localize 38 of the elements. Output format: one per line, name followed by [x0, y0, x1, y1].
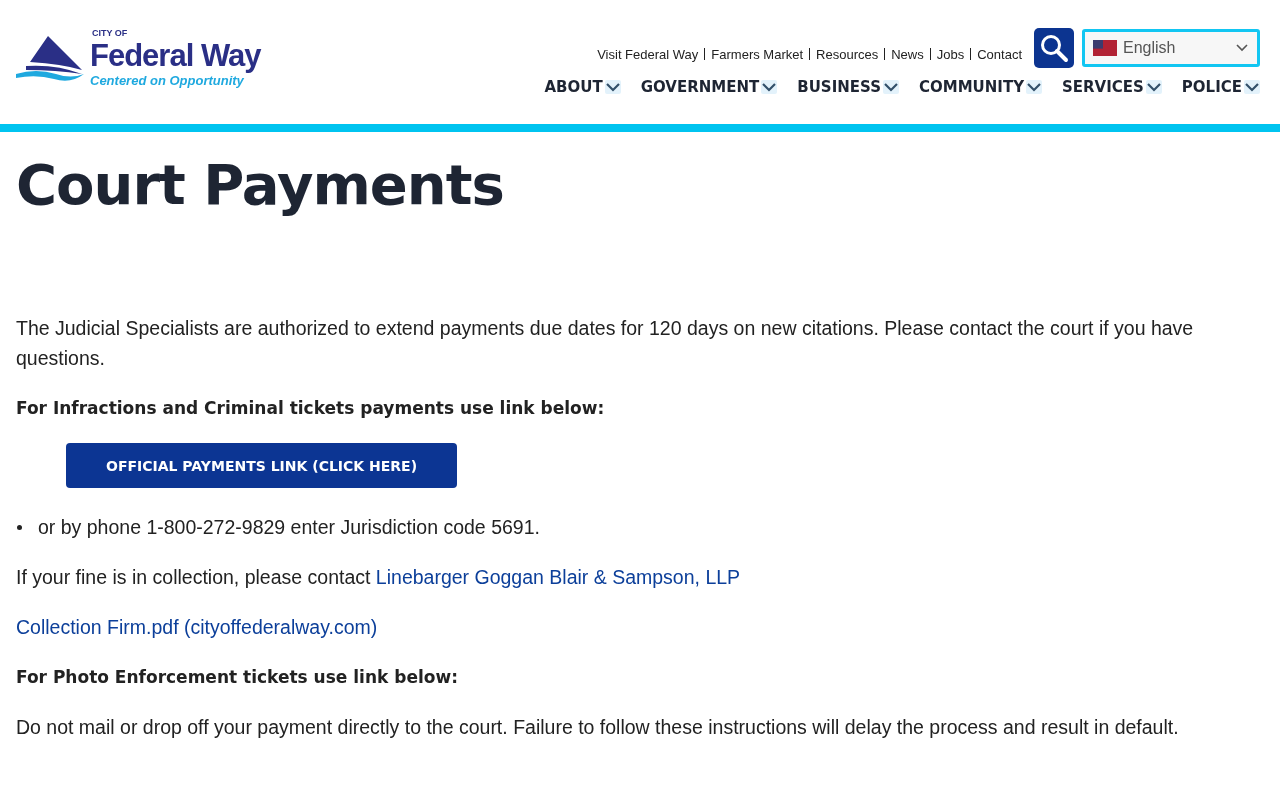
list-item: or by phone 1-800-272-9829 enter Jurisdiction code 5691.: [38, 515, 540, 540]
search-icon: [1039, 33, 1069, 63]
nav-item[interactable]: BUSINESS: [797, 78, 899, 96]
page-title: Court Payments: [16, 152, 505, 217]
utility-link[interactable]: Contact: [977, 46, 1022, 62]
link[interactable]: Linebarger Goggan Blair & Sampson, LLP: [375, 566, 741, 588]
chevron-icon: [1244, 80, 1260, 94]
utility-link[interactable]: News: [891, 46, 924, 62]
search-button[interactable]: [1034, 28, 1074, 68]
chevron-icon: [1026, 80, 1042, 94]
flag-icon: [1093, 40, 1117, 56]
nav-item[interactable]: ABOUT: [544, 78, 621, 96]
logo-icon: [16, 34, 84, 82]
nav-item[interactable]: GOVERNMENT: [640, 78, 778, 96]
utility-link[interactable]: Resources: [816, 46, 879, 62]
bullet-icon: [17, 525, 22, 530]
chevron-icon: [761, 80, 778, 94]
chevron-icon: [1235, 43, 1249, 53]
logo-tagline: Centered on Opportunity: [90, 73, 245, 88]
nav-item[interactable]: POLICE: [1181, 78, 1260, 96]
utility-link[interactable]: Jobs: [936, 46, 965, 62]
utility-link[interactable]: Visit Federal Way: [597, 46, 699, 62]
chevron-icon: [1145, 80, 1162, 94]
paragraph: If your fine is in collection, please contact Linebarger Goggan Blair & Sampson, LLP: [16, 565, 742, 590]
paragraph: Do not mail or drop off your payment directly to the court. Failure to follow these instructions will delay the process and result in default.: [16, 715, 1180, 740]
utility-link[interactable]: Farmers Market: [711, 46, 804, 62]
language-select[interactable]: English: [1082, 29, 1260, 67]
paragraph: The Judicial Specialists are authorized to extend payments due dates for 120 days on new citations. Please contact the court if you have questions.: [16, 316, 1195, 371]
payment-link-button[interactable]: OFFICIAL PAYMENTS LINK (CLICK HERE): [66, 443, 458, 488]
section-heading: For Photo Enforcement tickets use link below:: [16, 666, 459, 689]
nav-item[interactable]: COMMUNITY: [918, 78, 1042, 96]
chevron-icon: [604, 80, 621, 94]
chevron-icon: [882, 80, 899, 94]
nav-item[interactable]: SERVICES: [1062, 78, 1162, 96]
logo-name: Federal Way: [90, 38, 261, 74]
link[interactable]: Collection Firm.pdf (cityoffederalway.com): [16, 616, 378, 638]
section-heading: For Infractions and Criminal tickets payments use link below:: [16, 397, 606, 420]
logo-text: CITY OF: [92, 28, 129, 38]
